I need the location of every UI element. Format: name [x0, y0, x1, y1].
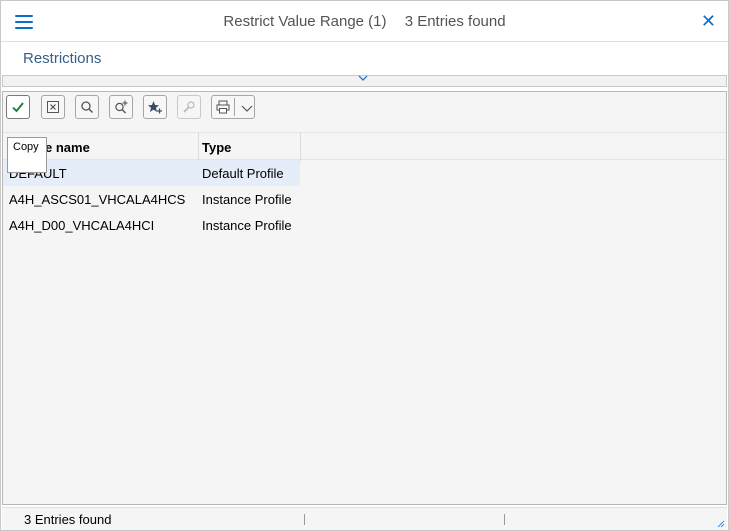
printer-icon	[216, 100, 230, 114]
entries-found-count: 3 Entries found	[404, 13, 506, 30]
title-bar: Restrict Value Range (1) 3 Entries found…	[1, 1, 728, 42]
status-divider	[304, 514, 305, 525]
search-more-button[interactable]	[109, 95, 133, 119]
profile-name-cell: A4H_ASCS01_VHCALA4HCS	[9, 192, 186, 207]
collapse-bar[interactable]	[2, 75, 727, 87]
status-divider	[504, 514, 505, 525]
dialog-window: Restrict Value Range (1) 3 Entries found…	[0, 0, 729, 531]
column-header-type[interactable]: Type	[202, 140, 231, 155]
table-row[interactable]: DEFAULT Default Profile	[3, 160, 300, 186]
close-icon[interactable]: ✕	[701, 12, 716, 30]
search-button[interactable]	[75, 95, 99, 119]
dialog-title-text: Restrict Value Range (1)	[223, 13, 387, 30]
chevron-down-icon[interactable]	[239, 100, 255, 116]
tab-restrictions[interactable]: Restrictions	[23, 50, 101, 67]
close-box-icon	[47, 101, 59, 113]
tab-strip: Restrictions	[1, 42, 728, 75]
table-row[interactable]: A4H_ASCS01_VHCALA4HCS Instance Profile	[3, 186, 300, 212]
favorites-button[interactable]	[143, 95, 167, 119]
status-text: 3 Entries found	[24, 512, 112, 527]
search-plus-icon	[115, 100, 128, 114]
print-button[interactable]	[211, 95, 255, 119]
copy-tooltip: Copy	[7, 137, 47, 173]
copy-button[interactable]	[6, 95, 30, 119]
resize-grip-icon[interactable]	[717, 520, 725, 528]
check-icon	[12, 102, 24, 113]
help-button[interactable]	[177, 95, 201, 119]
type-cell: Instance Profile	[202, 192, 292, 207]
star-plus-icon	[148, 101, 162, 114]
type-cell: Instance Profile	[202, 218, 292, 233]
column-header-profile-name[interactable]: e name	[45, 140, 90, 155]
grid-header: e name Type	[3, 132, 726, 161]
table-row[interactable]: A4H_D00_VHCALA4HCI Instance Profile	[3, 212, 300, 238]
column-separator[interactable]	[198, 133, 199, 161]
type-cell: Default Profile	[202, 166, 284, 181]
dialog-title: Restrict Value Range (1) 3 Entries found	[1, 13, 728, 30]
results-panel: e name Type DEFAULT Default Profile A4H_…	[2, 91, 727, 505]
wrench-icon	[183, 101, 195, 113]
search-icon	[81, 101, 94, 114]
status-bar: 3 Entries found	[2, 507, 727, 530]
chevron-down-icon	[358, 75, 368, 81]
cancel-button[interactable]	[41, 95, 65, 119]
print-split-divider	[234, 98, 235, 116]
profile-name-cell: A4H_D00_VHCALA4HCI	[9, 218, 155, 233]
column-separator[interactable]	[300, 133, 301, 161]
